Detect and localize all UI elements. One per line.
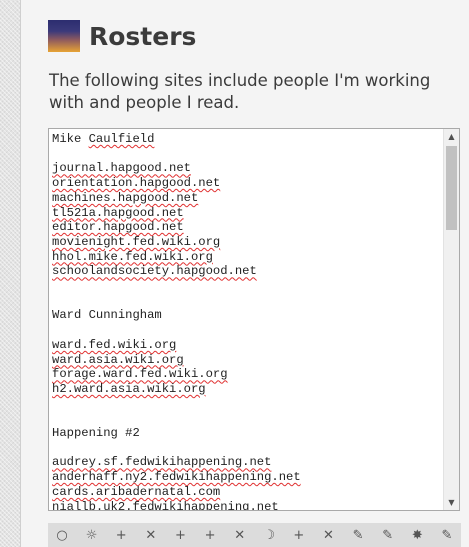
page-header: Rosters [48, 18, 196, 54]
roster-site: tl521a.hapgood.net [52, 205, 184, 220]
roster-heading: Ward Cunningham [52, 308, 162, 323]
page-title: Rosters [89, 21, 197, 51]
plus-icon[interactable]: + [200, 525, 220, 545]
scroll-down-arrow-icon[interactable]: ▼ [444, 495, 459, 510]
roster-site: hhol.mike.fed.wiki.org [52, 249, 213, 264]
left-edge-strip [0, 0, 21, 547]
cross-icon[interactable]: ✕ [141, 525, 161, 545]
pencil-icon[interactable]: ✎ [378, 525, 398, 545]
roster-heading: Mike Caulfield [52, 132, 155, 146]
roster-site: journal.hapgood.net [52, 161, 191, 176]
roster-site: cards.aribadernatal.com [52, 484, 221, 499]
site-flag-icon[interactable] [48, 20, 80, 52]
roster-text[interactable]: Mike Caulfield journal.hapgood.net orien… [49, 129, 443, 510]
roster-site: editor.hapgood.net [52, 220, 184, 235]
roster-site: orientation.hapgood.net [52, 176, 221, 191]
scrollbar-thumb[interactable] [446, 146, 457, 230]
vertical-scrollbar[interactable]: ▲ ▼ [443, 129, 459, 510]
roster-site: h2.ward.asia.wiki.org [52, 381, 206, 396]
editor-toolbar: ○ ☼ + ✕ + + ✕ ☽ + ✕ ✎ ✎ ✸ ✎ [48, 523, 461, 547]
sun-icon[interactable]: ☼ [82, 525, 102, 545]
circle-icon[interactable]: ○ [52, 525, 72, 545]
roster-site: forage.ward.fed.wiki.org [52, 367, 228, 382]
roster-heading: Happening #2 [52, 426, 140, 441]
moon-icon[interactable]: ☽ [259, 525, 279, 545]
roster-site: schoolandsociety.hapgood.net [52, 264, 257, 279]
roster-textarea[interactable]: Mike Caulfield journal.hapgood.net orien… [48, 128, 460, 511]
intro-paragraph: The following sites include people I'm w… [49, 71, 431, 112]
roster-site: audrey.sf.fedwikihappening.net [52, 455, 272, 470]
scroll-up-arrow-icon[interactable]: ▲ [444, 129, 459, 144]
pencil-icon[interactable]: ✎ [437, 525, 457, 545]
roster-site: ward.fed.wiki.org [52, 337, 177, 352]
plus-icon[interactable]: + [170, 525, 190, 545]
plus-icon[interactable]: + [289, 525, 309, 545]
roster-site: anderhaff.ny2.fedwikihappening.net [52, 470, 301, 485]
roster-page: Rosters The following sites include peop… [21, 0, 469, 547]
roster-site: niallb.uk2.fedwikihappening.net [52, 499, 279, 510]
roster-site: ward.asia.wiki.org [52, 352, 184, 367]
cross-icon[interactable]: ✕ [318, 525, 338, 545]
roster-site: machines.hapgood.net [52, 190, 199, 205]
cross-icon[interactable]: ✕ [230, 525, 250, 545]
pencil-icon[interactable]: ✎ [348, 525, 368, 545]
roster-site: movienight.fed.wiki.org [52, 234, 221, 249]
plus-icon[interactable]: + [111, 525, 131, 545]
star-icon[interactable]: ✸ [407, 525, 427, 545]
